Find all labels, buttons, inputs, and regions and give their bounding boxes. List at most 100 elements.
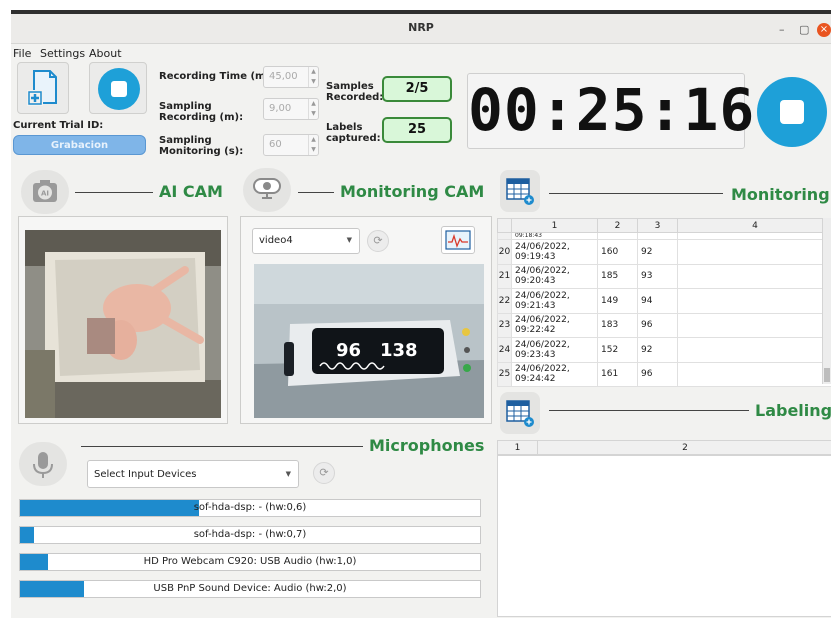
mic-device-name: sof-hda-dsp: - (hw:0,7)	[193, 529, 307, 540]
column-header[interactable]: 3	[637, 218, 678, 233]
microphone-icon	[33, 452, 53, 478]
scrollbar-thumb[interactable]	[824, 368, 830, 382]
table-cell-datetime: 24/06/2022, 09:22:42	[511, 312, 598, 338]
chevron-down-icon: ▼	[285, 470, 291, 478]
table-cell: 185	[597, 263, 638, 289]
new-trial-button[interactable]	[17, 62, 69, 114]
labeling-table-body[interactable]	[497, 455, 831, 617]
ai-cam-button[interactable]: AI	[21, 170, 69, 214]
video-device-select[interactable]: video4 ▼	[252, 228, 360, 254]
monitoring-table-button[interactable]	[500, 170, 540, 212]
table-cell: 161	[597, 361, 638, 387]
title-bar: NRP – ▢ ×	[11, 14, 831, 44]
row-number: 22	[497, 288, 512, 314]
input-devices-placeholder: Select Input Devices	[94, 469, 197, 480]
current-trial-value: Grabacion	[50, 140, 109, 151]
spin-arrows-icon[interactable]: ▲ ▼	[308, 99, 318, 119]
table-scrollbar[interactable]	[822, 218, 831, 384]
input-devices-select[interactable]: Select Input Devices ▼	[87, 460, 299, 488]
stop-icon	[98, 68, 140, 110]
table-cell: 149	[597, 288, 638, 314]
table-header-row: 1 2	[497, 440, 831, 455]
refresh-video-button[interactable]: ⟳	[367, 230, 389, 252]
refresh-devices-button[interactable]: ⟳	[313, 462, 335, 484]
mic-level-bar: HD Pro Webcam C920: USB Audio (hw:1,0)	[19, 553, 481, 571]
samples-recorded-value: 2/5	[382, 76, 452, 102]
maximize-button[interactable]: ▢	[799, 23, 809, 36]
corner-header	[497, 218, 512, 233]
labeling-table-header[interactable]: 1 2	[497, 440, 831, 455]
mic-level-bar: sof-hda-dsp: - (hw:0,6)	[19, 499, 481, 517]
monitoring-cam-title: Monitoring CAM	[340, 182, 485, 201]
table-cell: 183	[597, 312, 638, 338]
sampling-recording-label-2: Recording (m):	[159, 112, 244, 123]
recording-time-label: Recording Time (m):	[159, 71, 275, 82]
divider	[549, 193, 723, 194]
divider	[81, 446, 363, 447]
close-button[interactable]: ×	[817, 23, 831, 37]
new-document-icon	[27, 70, 57, 106]
menu-bar: File Settings About	[11, 44, 831, 64]
column-header[interactable]: 2	[597, 218, 638, 233]
microphones-title: Microphones	[369, 436, 485, 455]
table-cell-datetime: 24/06/2022, 09:23:43	[511, 337, 598, 363]
ai-cam-video-feed	[25, 230, 221, 418]
monitoring-cam-video-feed: 96 138	[254, 264, 484, 418]
mic-device-name: HD Pro Webcam C920: USB Audio (hw:1,0)	[143, 556, 357, 567]
spin-arrows-icon[interactable]: ▲ ▼	[308, 135, 318, 155]
app-window: NRP – ▢ × File Settings About Current Tr…	[11, 10, 831, 618]
monitoring-cam-button[interactable]	[243, 168, 291, 212]
stop-timer-button[interactable]	[751, 74, 829, 150]
spo2-reading: 96	[336, 340, 361, 361]
minimize-button[interactable]: –	[779, 23, 785, 36]
column-header[interactable]: 2	[537, 440, 831, 455]
table-cell: 96	[637, 312, 678, 338]
column-header[interactable]: 1	[511, 218, 598, 233]
table-cell	[677, 361, 831, 387]
menu-settings[interactable]: Settings	[40, 47, 85, 60]
table-cell	[677, 263, 831, 289]
table-row[interactable]: 24 24/06/2022, 09:23:43 152 92	[497, 337, 831, 363]
table-cell	[677, 288, 831, 314]
table-cell: 152	[597, 337, 638, 363]
pulse-reading: 138	[380, 340, 418, 361]
table-row[interactable]: 23 24/06/2022, 09:22:42 183 96	[497, 312, 831, 338]
table-add-icon	[506, 178, 534, 205]
recording-time-value: 45,00	[269, 71, 298, 82]
column-header[interactable]: 4	[677, 218, 831, 233]
table-row-partial[interactable]: 09:18:43	[497, 232, 831, 240]
monitoring-table[interactable]: 1 2 3 4 09:18:43 20 24/06/2022, 09:19:43 …	[497, 218, 831, 387]
current-trial-field[interactable]: Grabacion	[13, 135, 146, 155]
table-cell: 09:18:43	[511, 232, 598, 240]
menu-about[interactable]: About	[89, 47, 122, 60]
labeling-title: Labeling	[755, 401, 831, 420]
timer-display: 00:25:16	[467, 73, 756, 149]
table-cell-datetime: 24/06/2022, 09:20:43	[511, 263, 598, 289]
sampling-recording-spinbox[interactable]: 9,00 ▲ ▼	[263, 98, 319, 120]
divider	[75, 192, 153, 193]
table-cell: 93	[637, 263, 678, 289]
microphone-button[interactable]	[19, 442, 67, 486]
window-title: NRP	[408, 21, 434, 34]
table-cell-datetime: 24/06/2022, 09:24:42	[511, 361, 598, 387]
column-header[interactable]: 1	[497, 440, 538, 455]
labeling-table-button[interactable]	[500, 392, 540, 434]
divider	[298, 192, 334, 193]
table-row[interactable]: 21 24/06/2022, 09:20:43 185 93	[497, 263, 831, 289]
table-add-icon	[506, 400, 534, 427]
sampling-recording-value: 9,00	[269, 103, 292, 114]
recording-time-spinbox[interactable]: 45,00 ▲ ▼	[263, 66, 319, 88]
monitor-chart-button[interactable]	[441, 226, 475, 254]
table-row[interactable]: 20 24/06/2022, 09:19:43 160 92	[497, 239, 831, 265]
table-cell: 92	[637, 337, 678, 363]
elapsed-time: 00:25:16	[468, 76, 756, 144]
chevron-down-icon: ▼	[346, 236, 352, 244]
spin-arrows-icon[interactable]: ▲ ▼	[308, 67, 318, 87]
sampling-monitoring-spinbox[interactable]: 60 ▲ ▼	[263, 134, 319, 156]
labels-captured-value: 25	[382, 117, 452, 143]
menu-file[interactable]: File	[13, 47, 31, 60]
table-row[interactable]: 25 24/06/2022, 09:24:42 161 96	[497, 361, 831, 387]
table-row[interactable]: 22 24/06/2022, 09:21:43 149 94	[497, 288, 831, 314]
sampling-monitoring-label-2: Monitoring (s):	[159, 146, 244, 157]
stop-recording-button[interactable]	[89, 62, 147, 114]
